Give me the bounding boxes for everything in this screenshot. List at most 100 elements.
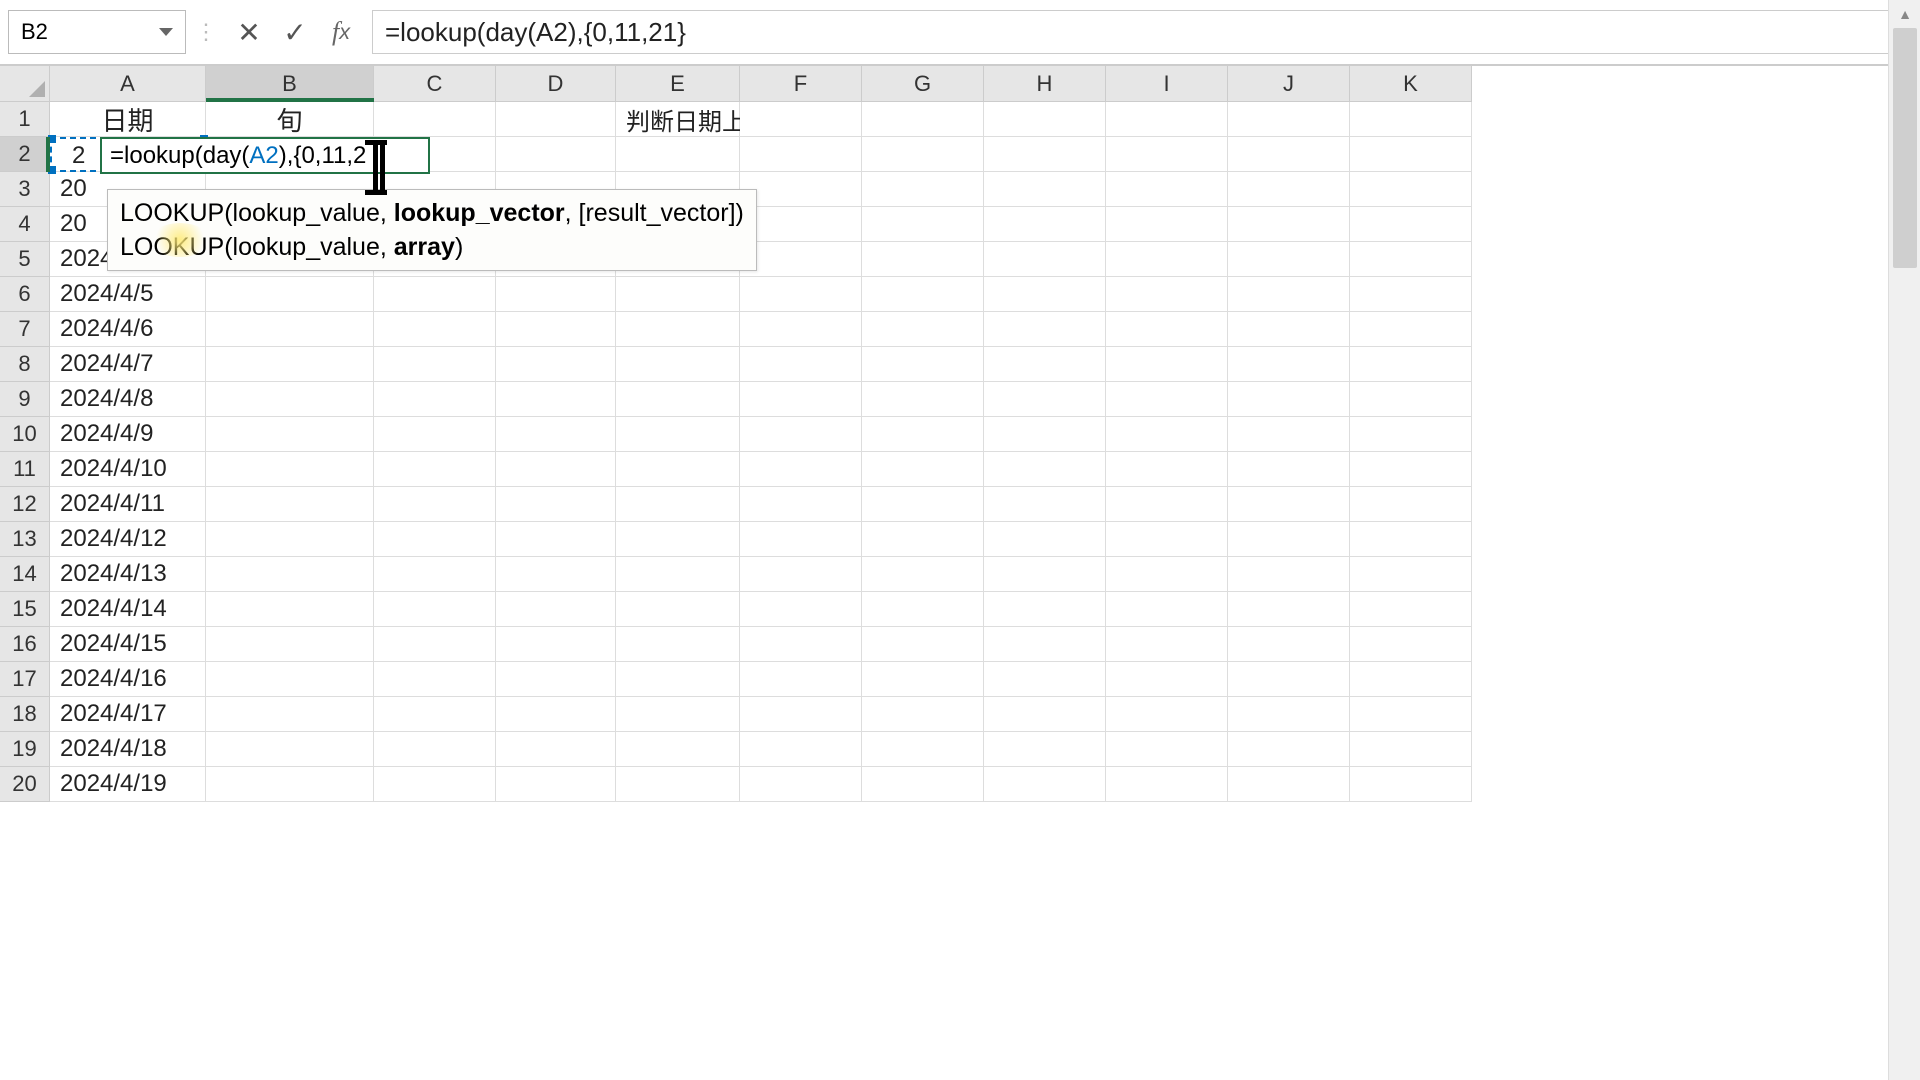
cell-E11[interactable] [616, 452, 740, 487]
cell-D20[interactable] [496, 767, 616, 802]
cell-C9[interactable] [374, 382, 496, 417]
cell-J7[interactable] [1228, 312, 1350, 347]
cell-D15[interactable] [496, 592, 616, 627]
cell-J20[interactable] [1228, 767, 1350, 802]
cell-D18[interactable] [496, 697, 616, 732]
cell-F18[interactable] [740, 697, 862, 732]
cell-I13[interactable] [1106, 522, 1228, 557]
cell-K13[interactable] [1350, 522, 1472, 557]
cell-I20[interactable] [1106, 767, 1228, 802]
cell-I5[interactable] [1106, 242, 1228, 277]
cell-K20[interactable] [1350, 767, 1472, 802]
name-box[interactable]: B2 [8, 10, 186, 54]
cell-A7[interactable]: 2024/4/6 [50, 312, 206, 347]
col-header-I[interactable]: I [1106, 66, 1228, 102]
cell-H20[interactable] [984, 767, 1106, 802]
row-header-3[interactable]: 3 [0, 172, 50, 207]
cell-I11[interactable] [1106, 452, 1228, 487]
row-header-16[interactable]: 16 [0, 627, 50, 662]
cell-E7[interactable] [616, 312, 740, 347]
cell-F7[interactable] [740, 312, 862, 347]
cell-G6[interactable] [862, 277, 984, 312]
col-header-E[interactable]: E [616, 66, 740, 102]
cell-A11[interactable]: 2024/4/10 [50, 452, 206, 487]
row-header-1[interactable]: 1 [0, 102, 50, 137]
cell-B18[interactable] [206, 697, 374, 732]
cell-D8[interactable] [496, 347, 616, 382]
cell-J16[interactable] [1228, 627, 1350, 662]
cell-H10[interactable] [984, 417, 1106, 452]
row-header-17[interactable]: 17 [0, 662, 50, 697]
cell-C11[interactable] [374, 452, 496, 487]
cell-A16[interactable]: 2024/4/15 [50, 627, 206, 662]
cell-K4[interactable] [1350, 207, 1472, 242]
cell-J4[interactable] [1228, 207, 1350, 242]
cell-K16[interactable] [1350, 627, 1472, 662]
cell-C8[interactable] [374, 347, 496, 382]
cell-J17[interactable] [1228, 662, 1350, 697]
cell-J15[interactable] [1228, 592, 1350, 627]
cell-E12[interactable] [616, 487, 740, 522]
cell-C12[interactable] [374, 487, 496, 522]
col-header-G[interactable]: G [862, 66, 984, 102]
cell-D12[interactable] [496, 487, 616, 522]
cell-F10[interactable] [740, 417, 862, 452]
cell-J18[interactable] [1228, 697, 1350, 732]
cell-F12[interactable] [740, 487, 862, 522]
cell-F6[interactable] [740, 277, 862, 312]
cell-G8[interactable] [862, 347, 984, 382]
cell-D9[interactable] [496, 382, 616, 417]
cell-A17[interactable]: 2024/4/16 [50, 662, 206, 697]
enter-button[interactable]: ✓ [272, 10, 318, 54]
cell-H8[interactable] [984, 347, 1106, 382]
row-header-18[interactable]: 18 [0, 697, 50, 732]
cell-B12[interactable] [206, 487, 374, 522]
cell-D17[interactable] [496, 662, 616, 697]
cell-F8[interactable] [740, 347, 862, 382]
cell-H14[interactable] [984, 557, 1106, 592]
cell-F2[interactable] [740, 137, 862, 172]
cell-C17[interactable] [374, 662, 496, 697]
cell-K1[interactable] [1350, 102, 1472, 137]
cell-F11[interactable] [740, 452, 862, 487]
insert-function-button[interactable]: fx [318, 10, 364, 54]
cell-H18[interactable] [984, 697, 1106, 732]
cell-G15[interactable] [862, 592, 984, 627]
cell-D13[interactable] [496, 522, 616, 557]
cell-B6[interactable] [206, 277, 374, 312]
cell-K6[interactable] [1350, 277, 1472, 312]
cell-G13[interactable] [862, 522, 984, 557]
cell-K18[interactable] [1350, 697, 1472, 732]
cell-I3[interactable] [1106, 172, 1228, 207]
cell-C18[interactable] [374, 697, 496, 732]
cell-B2-editing[interactable]: 2 =lookup(day(A2),{0,11,2 [100, 137, 430, 174]
row-header-14[interactable]: 14 [0, 557, 50, 592]
cell-E2[interactable] [616, 137, 740, 172]
row-header-15[interactable]: 15 [0, 592, 50, 627]
row-header-2[interactable]: 2 [0, 137, 50, 172]
cell-K8[interactable] [1350, 347, 1472, 382]
cell-H13[interactable] [984, 522, 1106, 557]
cell-C10[interactable] [374, 417, 496, 452]
function-tooltip[interactable]: LOOKUP(lookup_value, lookup_vector, [res… [107, 189, 757, 271]
cell-E17[interactable] [616, 662, 740, 697]
cell-B8[interactable] [206, 347, 374, 382]
cell-G3[interactable] [862, 172, 984, 207]
col-header-J[interactable]: J [1228, 66, 1350, 102]
tooltip-line-1[interactable]: LOOKUP(lookup_value, lookup_vector, [res… [120, 196, 744, 230]
cell-H1[interactable] [984, 102, 1106, 137]
cell-D19[interactable] [496, 732, 616, 767]
cell-J2[interactable] [1228, 137, 1350, 172]
cell-H12[interactable] [984, 487, 1106, 522]
cell-I19[interactable] [1106, 732, 1228, 767]
cell-B13[interactable] [206, 522, 374, 557]
cell-H3[interactable] [984, 172, 1106, 207]
col-header-B[interactable]: B [206, 66, 374, 102]
col-header-A[interactable]: A [50, 66, 206, 102]
cell-E18[interactable] [616, 697, 740, 732]
cell-J6[interactable] [1228, 277, 1350, 312]
cell-A14[interactable]: 2024/4/13 [50, 557, 206, 592]
cell-G19[interactable] [862, 732, 984, 767]
cell-A15[interactable]: 2024/4/14 [50, 592, 206, 627]
cell-J5[interactable] [1228, 242, 1350, 277]
